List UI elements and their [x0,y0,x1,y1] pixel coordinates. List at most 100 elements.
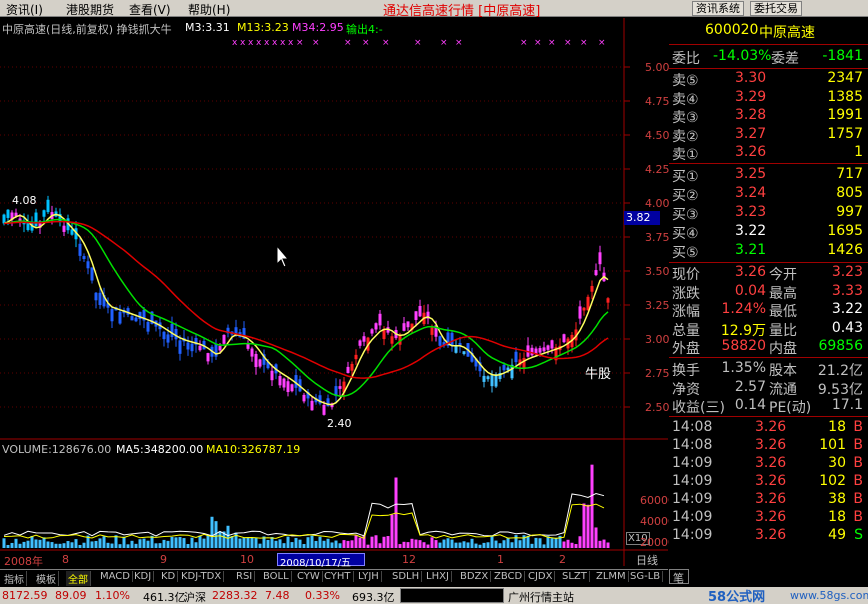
stat-row: 总量 12.9万 量比 0.43 [669,320,868,339]
volume-bar [6,544,10,548]
candle-body [462,351,466,355]
stat-label: 外盘 [672,341,700,357]
tab-slzt[interactable]: SLZT [560,571,590,582]
tab-cyht[interactable]: CYHT [322,571,354,582]
tab-指标[interactable]: 指标 [2,571,27,586]
volume-bar [122,536,126,548]
trade-button[interactable]: 委托交易 [750,1,802,16]
volume-bar [54,543,58,548]
volume-bar [98,538,102,548]
volume-bar [34,539,38,548]
candle-body [378,313,382,326]
candle-body [482,375,486,382]
candle-body [430,327,434,335]
tick-price: 3.26 [755,491,787,507]
tick-time: 14:09 [672,455,713,471]
candle-body [94,292,98,301]
volume-bar [390,514,394,548]
volume-bar [2,538,6,548]
candle-body [170,323,174,338]
tab-全部[interactable]: 全部 [66,571,91,586]
candle-body [350,363,354,371]
tab-zbcd[interactable]: ZBCD [492,571,526,582]
menu-item-view[interactable]: 查看(V) [129,1,171,18]
candle-body [550,340,554,349]
volume-bar [146,540,150,548]
volume-bar [78,544,82,548]
signal-marker: × [344,38,352,48]
volume-bar [134,543,138,548]
volume-bar [374,535,378,548]
tick-side: B [853,473,863,489]
tab-zlmm[interactable]: ZLMM [594,571,629,582]
tab-rsi[interactable]: RSI [234,571,256,582]
niugu-label: 牛股 [585,367,612,382]
bid-price: 3.21 [735,242,767,258]
volume-bar [182,538,186,548]
stat-label: 涨幅 [672,304,700,320]
candle-body [486,376,490,380]
volume-bar [574,543,578,548]
tab-sdlh[interactable]: SDLH [390,571,423,582]
signal-marker: × [548,38,556,48]
candle-body [218,345,222,351]
index2-change: 7.48 [265,589,290,602]
candle-body [250,348,254,357]
index2-label: 沪深 [184,591,206,604]
day-line-label: 日线 [636,554,658,567]
menu-item-hk-futures[interactable]: 港股期货 [66,1,114,18]
tick-price: 3.26 [755,473,787,489]
index1-pct: 1.10% [95,589,130,602]
bid-row: 买② 3.24 805 [669,185,868,204]
y-tick: 3.25 [645,299,670,312]
tab-cyw[interactable]: CYW [295,571,323,582]
tab-lhxj[interactable]: LHXJ [424,571,452,582]
mouse-cursor-icon [276,244,290,268]
ask-label: 卖⑤ [672,73,699,89]
tab-kd[interactable]: KD [159,571,179,582]
tab-lyjh[interactable]: LYJH [356,571,382,582]
candle-body [322,404,326,415]
tab-bdzx[interactable]: BDZX [458,571,492,582]
stat-row: 涨跌 0.04 最高 3.33 [669,282,868,302]
tab-kdj[interactable]: KDJ [132,571,155,582]
volume-bar [138,539,142,548]
tab-boll[interactable]: BOLL [261,571,292,582]
stat-label: 涨跌 [672,285,700,302]
bid-price: 3.22 [735,223,767,239]
candle-body [278,375,282,386]
volume-bar [494,540,498,548]
stock-header: 600020 中原高速 [669,22,868,41]
tick-price: 3.26 [755,527,787,543]
volume-bar [126,544,130,548]
volume-bar [358,537,362,548]
ask-label: 卖③ [672,110,699,126]
bid-label: 买① [672,169,699,185]
tab-模板[interactable]: 模板 [34,571,59,586]
signal-marker: × [382,38,390,48]
stat-value: 0.04 [734,282,766,299]
volume-bar [142,538,146,548]
volume-bar [242,537,246,548]
weibi-value: -14.03% [713,48,772,64]
tab-macd[interactable]: MACD [98,571,133,582]
volume-bar [226,525,230,548]
signal-marker: × [312,38,320,48]
candle-body [82,256,86,260]
volume-bar [442,539,446,548]
kline-chart-panel[interactable]: 中原高速(日线,前复权) 挣钱抓大牛 M3:3.31 M13:3.23 M34:… [0,18,675,569]
menu-item-info[interactable]: 资讯(I) [6,1,43,18]
volume-bar [278,539,282,548]
volume-bar [414,539,418,548]
volume-bar [338,543,342,548]
menu-item-help[interactable]: 帮助(H) [188,1,230,18]
tab-kdj-tdx[interactable]: KDJ-TDX [179,571,225,582]
candle-body [546,345,550,350]
tab-cjdx[interactable]: CJDX [526,571,556,582]
info-system-button[interactable]: 资讯系统 [692,1,744,16]
volume-bar [370,536,374,548]
stat-value: 9.53亿 [817,381,863,398]
tab-sg-lb[interactable]: SG-LB [628,571,664,582]
volume-bar [250,537,254,548]
tick-tab[interactable]: 笔 [669,569,689,585]
